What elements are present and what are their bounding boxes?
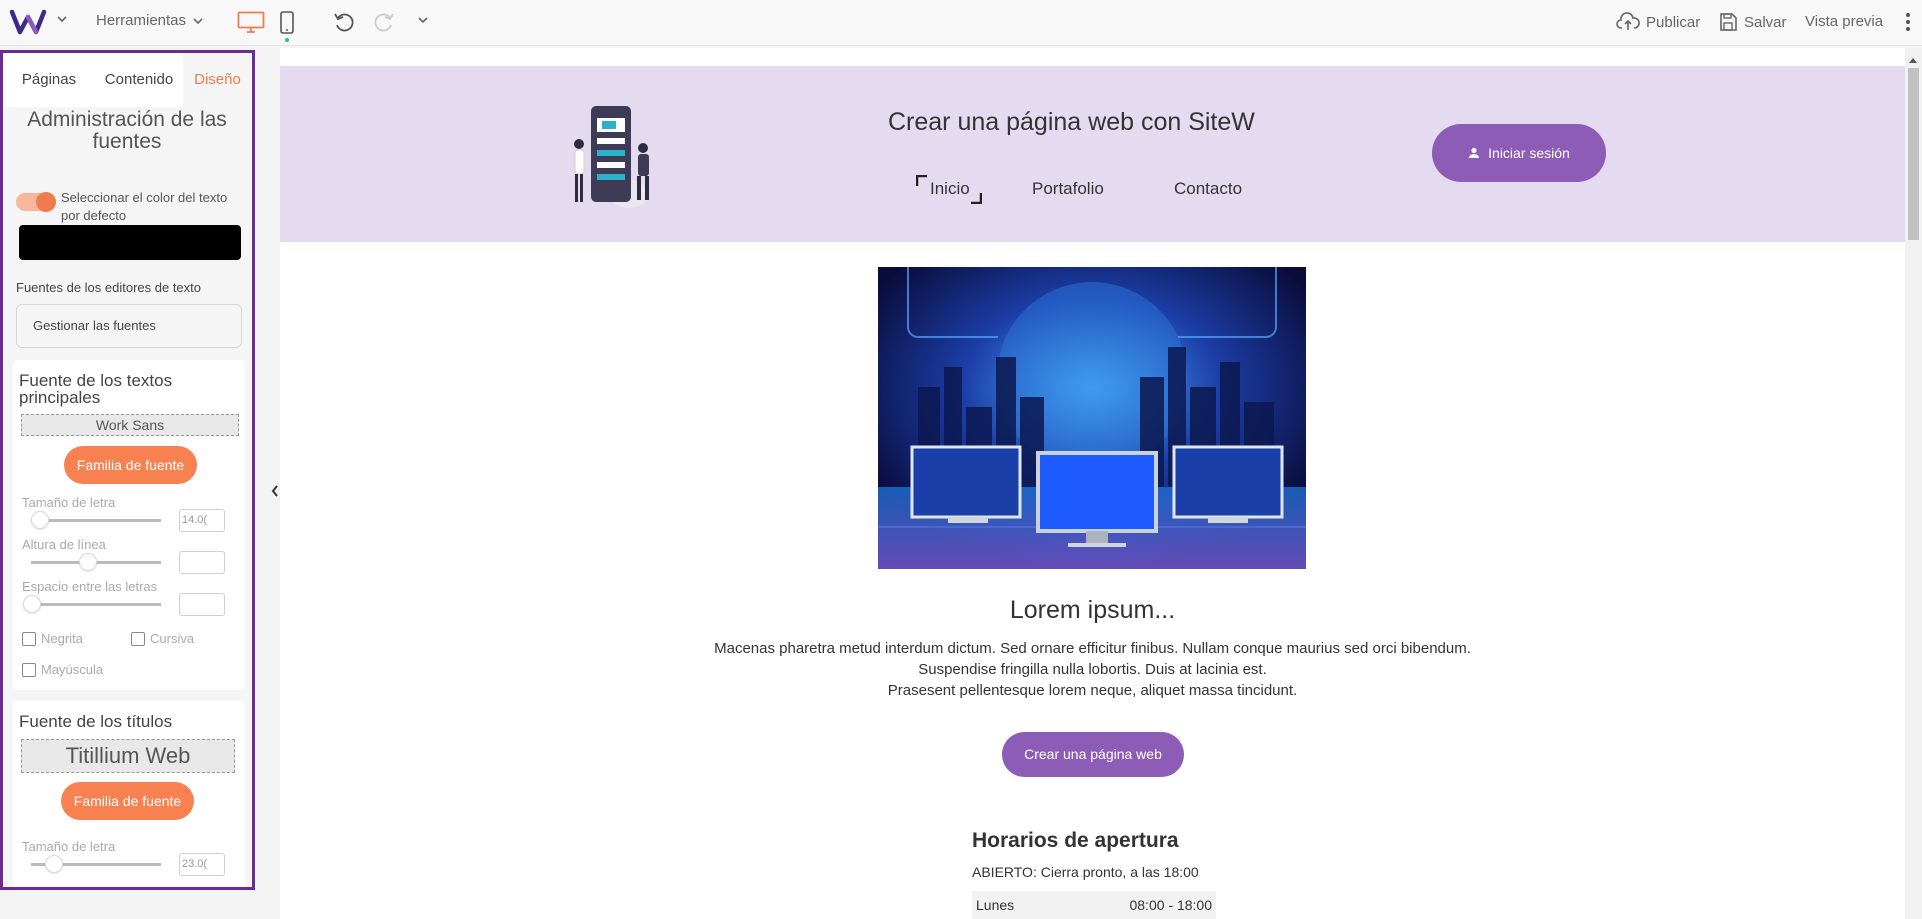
create-website-button[interactable]: Crear una página web (1002, 732, 1184, 777)
font-size-input[interactable]: 14.0( (179, 509, 225, 532)
hero-image[interactable] (878, 267, 1306, 569)
nav-item-portfolio[interactable]: Portafolio (1032, 179, 1104, 199)
paragraph-line[interactable]: Macenas pharetra metud interdum dictum. … (280, 640, 1905, 657)
top-toolbar: Herramientas Publicar Salvar Vista previ… (0, 0, 1922, 46)
kebab-menu-icon[interactable] (1905, 12, 1911, 32)
save-icon (1720, 13, 1737, 31)
hours-row: Lunes 08:00 - 18:00 (972, 891, 1216, 919)
save-label: Salvar (1744, 13, 1787, 31)
uppercase-label: Mayúscula (41, 662, 104, 677)
login-label: Iniciar sesión (1488, 145, 1570, 161)
editors-fonts-label: Fuentes de los editores de texto (16, 280, 202, 295)
nav-item-home[interactable]: Inicio (930, 179, 970, 199)
title-font-family-button[interactable]: Familia de fuente (61, 782, 194, 820)
main-fonts-heading: Fuente de los textos principales (19, 371, 173, 407)
publish-label: Publicar (1646, 13, 1701, 31)
collapse-panel-icon[interactable] (271, 484, 279, 502)
text-color-swatch[interactable] (19, 225, 241, 260)
design-panel: Páginas Contenido Diseño Administración … (0, 50, 255, 890)
default-color-toggle[interactable] (16, 192, 56, 212)
font-size-label: Tamaño de letra (22, 495, 116, 510)
title-fonts-card: Fuente de los títulos Titillium Web Fami… (13, 701, 245, 887)
tab-content[interactable]: Contenido (95, 53, 183, 107)
line-height-label: Altura de línea (22, 537, 106, 552)
title-fonts-heading: Fuente de los títulos (19, 712, 173, 731)
line-height-input[interactable] (179, 551, 225, 574)
preview-label: Vista previa (1805, 13, 1884, 30)
editor-canvas: Crear una página web con SiteW Inicio Po… (280, 48, 1905, 919)
chevron-down-icon (193, 17, 203, 24)
opening-status: ABIERTO: Cierra pronto, a las 18:00 (972, 864, 1199, 880)
site-header[interactable] (280, 66, 1905, 242)
bold-checkbox[interactable]: Negrita (22, 631, 83, 646)
main-font-preview: Work Sans (21, 414, 239, 436)
chevron-down-icon[interactable] (56, 14, 68, 24)
user-icon (1469, 147, 1480, 158)
hours-time: 08:00 - 18:00 (1129, 897, 1212, 913)
tab-pages[interactable]: Páginas (3, 53, 95, 107)
mobile-icon[interactable] (279, 10, 295, 44)
italic-label: Cursiva (150, 631, 195, 646)
desktop-icon[interactable] (237, 11, 265, 33)
site-title[interactable]: Crear una página web con SiteW (888, 108, 1255, 137)
tools-menu[interactable]: Herramientas (96, 12, 204, 29)
tools-label: Herramientas (96, 12, 187, 29)
undo-icon[interactable] (333, 11, 355, 33)
panel-tabs: Páginas Contenido Diseño (3, 53, 252, 107)
main-fonts-card: Fuente de los textos principales Work Sa… (13, 360, 245, 690)
selection-corner-icon (916, 175, 927, 186)
title-font-preview: Titillium Web (21, 739, 235, 773)
font-size-slider[interactable] (31, 511, 161, 529)
preview-button[interactable]: Vista previa (1805, 13, 1883, 30)
save-button[interactable]: Salvar (1718, 12, 1787, 32)
title-font-size-input[interactable]: 23.0( (179, 853, 225, 876)
login-button[interactable]: Iniciar sesión (1432, 124, 1606, 182)
header-illustration[interactable] (567, 104, 659, 213)
tab-design[interactable]: Diseño (183, 53, 252, 107)
letter-spacing-input[interactable] (179, 593, 225, 616)
panel-content: Administración de las fuentes Selecciona… (3, 107, 252, 887)
selection-corner-icon (971, 193, 982, 204)
chevron-down-icon[interactable] (417, 15, 429, 25)
italic-checkbox[interactable]: Cursiva (131, 631, 194, 646)
line-height-slider[interactable] (31, 553, 161, 571)
title-font-size-label: Tamaño de letra (22, 839, 116, 854)
sitew-logo-icon[interactable] (10, 8, 48, 36)
redo-icon[interactable] (373, 11, 395, 33)
bold-label: Negrita (41, 631, 83, 646)
nav-item-contact[interactable]: Contacto (1174, 179, 1242, 199)
letter-spacing-label: Espacio entre las letras (22, 579, 158, 594)
canvas-scrollbar[interactable] (1905, 48, 1922, 919)
uppercase-checkbox[interactable]: Mayúscula (22, 662, 103, 677)
panel-title: Administración de las fuentes (27, 108, 227, 153)
hours-day: Lunes (976, 897, 1015, 913)
title-font-size-slider[interactable] (31, 855, 161, 873)
content-heading[interactable]: Lorem ipsum... (280, 596, 1905, 625)
paragraph-line[interactable]: Prasesent pellentesque lorem neque, aliq… (280, 682, 1905, 699)
panel-scrollbar[interactable] (254, 53, 255, 890)
publish-button[interactable]: Publicar (1616, 12, 1700, 32)
default-color-label: Seleccionar el color del texto por defec… (61, 190, 228, 223)
paragraph-line[interactable]: Suspendise fringilla nulla lobortis. Dui… (280, 661, 1905, 678)
upload-cloud-icon (1616, 12, 1640, 30)
opening-hours-heading[interactable]: Horarios de apertura (972, 829, 1179, 853)
letter-spacing-slider[interactable] (23, 595, 161, 613)
manage-fonts-button[interactable]: Gestionar las fuentes (16, 304, 242, 348)
main-font-family-button[interactable]: Familia de fuente (64, 446, 197, 484)
